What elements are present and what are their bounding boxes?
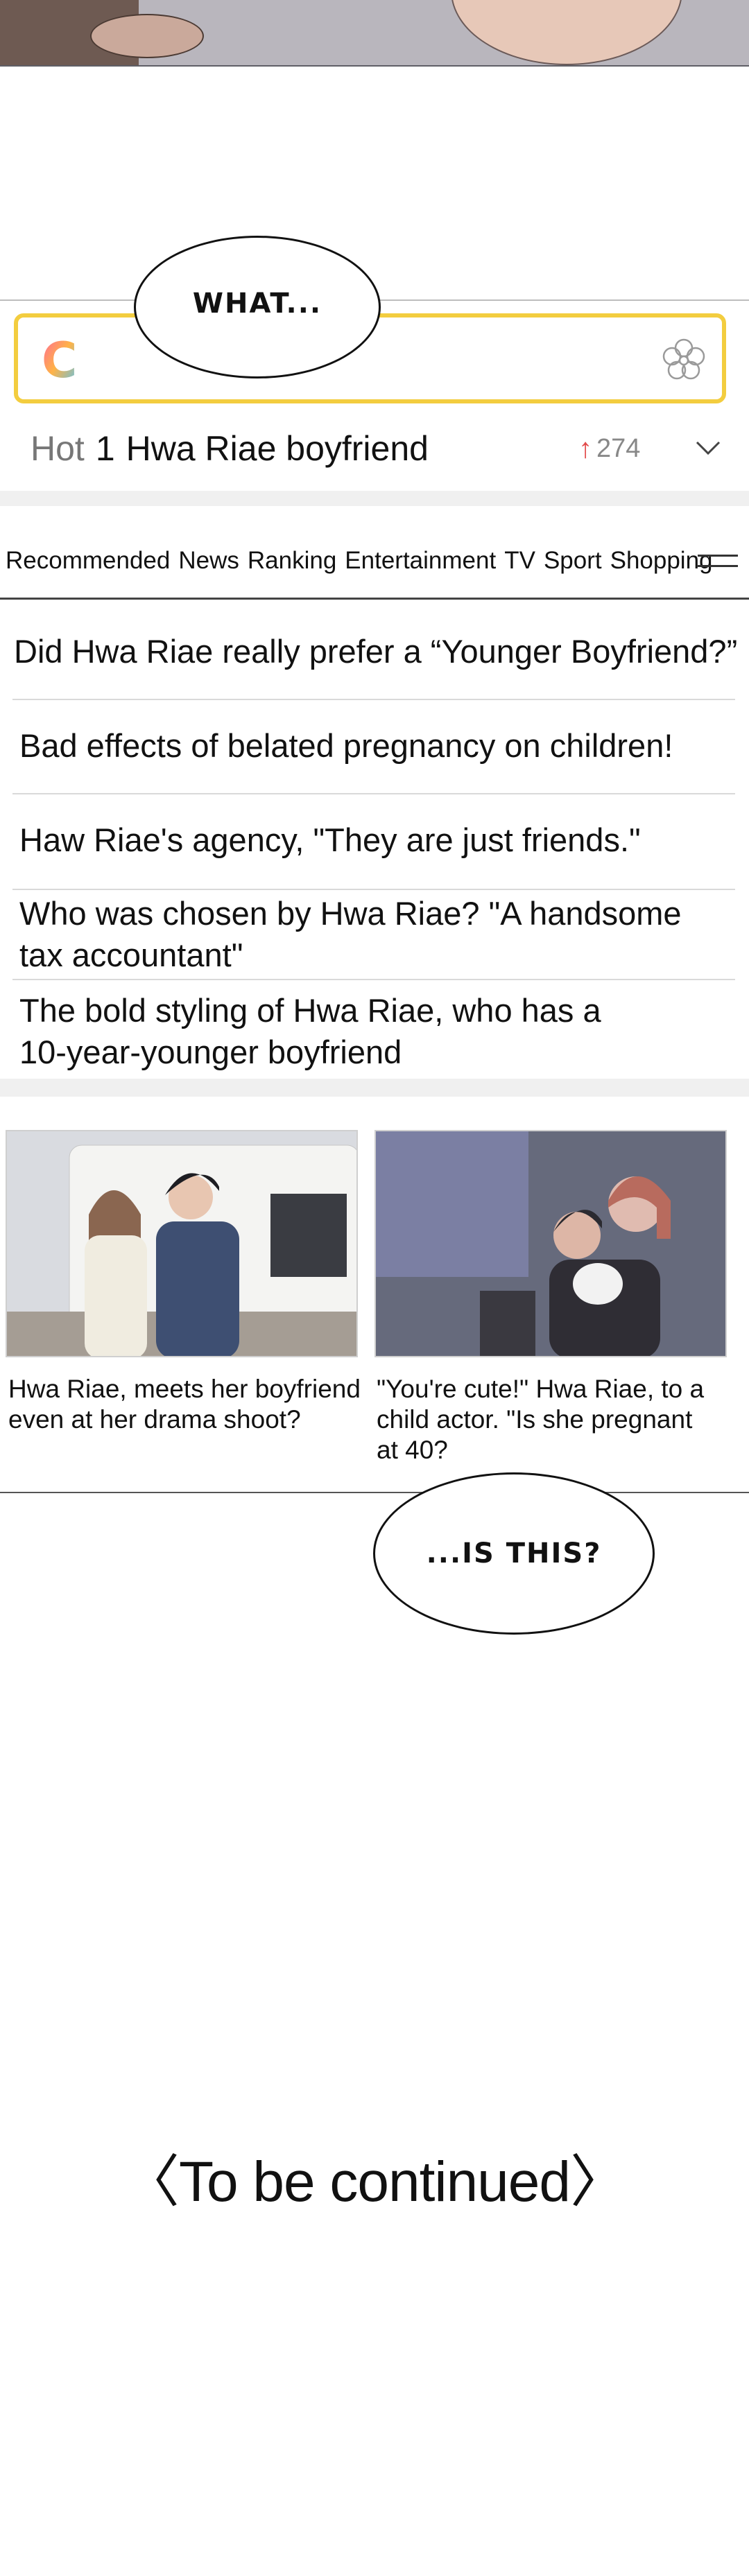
news-title-line: 10-year-younger boyfriend [19,1034,402,1070]
panel-border [0,65,749,67]
speech-text: WHAT... [192,288,322,320]
menu-icon[interactable] [698,555,738,570]
hot-count-value: 274 [596,433,641,463]
divider [12,889,735,890]
news-title: Haw Riae's agency, "They are just friend… [19,821,641,858]
hot-keyword: Hwa Riae boyfriend [126,429,429,468]
category-tabs: Recommended News Ranking Entertainment T… [6,541,748,581]
news-title-line: The bold styling of Hwa Riae, who has a [19,992,601,1029]
news-item[interactable]: Who was chosen by Hwa Riae? "A handsome … [19,893,749,976]
divider [0,1492,749,1493]
tabs-underline [0,598,749,600]
card-caption[interactable]: Hwa Riae, meets her boyfriend even at he… [8,1374,369,1435]
news-title: Bad effects of belated pregnancy on chil… [19,727,673,764]
speech-bubble-bottom: ...IS THIS? [373,1472,655,1635]
caption-line: Hwa Riae, meets her boyfriend [8,1375,361,1403]
hot-count: ↑ 274 [578,424,640,473]
mother-child-illustration [376,1131,725,1356]
tab-recommended[interactable]: Recommended [6,547,170,575]
caption-line: at 40? [377,1436,448,1464]
news-item[interactable]: Did Hwa Riae really prefer a “Younger Bo… [14,631,749,672]
speech-text: ...IS THIS? [426,1538,602,1569]
logo-letter: C [42,336,77,384]
hot-keyword-row[interactable]: Hot 1 Hwa Riae boyfriend ↑ 274 [31,424,724,473]
card-caption[interactable]: "You're cute!" Hwa Riae, to a child acto… [377,1374,737,1465]
couple-illustration [7,1131,356,1356]
up-arrow-icon: ↑ [578,433,592,464]
tab-tv[interactable]: TV [504,547,535,575]
section-band [0,1079,749,1097]
hot-label: Hot [31,429,85,468]
divider [12,979,735,980]
news-item[interactable]: The bold styling of Hwa Riae, who has a … [19,990,749,1073]
chevron-down-icon[interactable] [693,433,723,463]
caption-line: even at her drama shoot? [8,1405,301,1434]
app-logo-icon: C [42,336,77,384]
tab-news[interactable]: News [178,547,239,575]
caption-line: "You're cute!" Hwa Riae, to a [377,1375,705,1403]
caption-line: child actor. "Is she pregnant [377,1405,693,1434]
section-band [0,491,749,506]
news-title-line: tax accountant" [19,937,243,973]
divider [12,699,735,700]
card-thumbnail[interactable] [6,1130,358,1357]
comic-panel-art [0,0,749,67]
divider [12,793,735,794]
news-item[interactable]: Haw Riae's agency, "They are just friend… [19,819,749,861]
speech-bubble-top: WHAT... [134,236,381,378]
hot-rank: 1 [95,429,115,468]
tab-ranking[interactable]: Ranking [248,547,336,575]
news-item[interactable]: Bad effects of belated pregnancy on chil… [19,725,749,767]
card-thumbnail[interactable] [374,1130,727,1357]
news-title-line: Who was chosen by Hwa Riae? "A handsome [19,895,682,932]
tab-sport[interactable]: Sport [544,547,602,575]
news-title: Did Hwa Riae really prefer a “Younger Bo… [14,633,738,670]
collar-shape [90,14,204,58]
tab-entertainment[interactable]: Entertainment [345,547,496,575]
ending-caption: 〈To be continued〉 [122,2150,627,2213]
face-shape [451,0,682,65]
flower-icon[interactable] [661,337,707,383]
